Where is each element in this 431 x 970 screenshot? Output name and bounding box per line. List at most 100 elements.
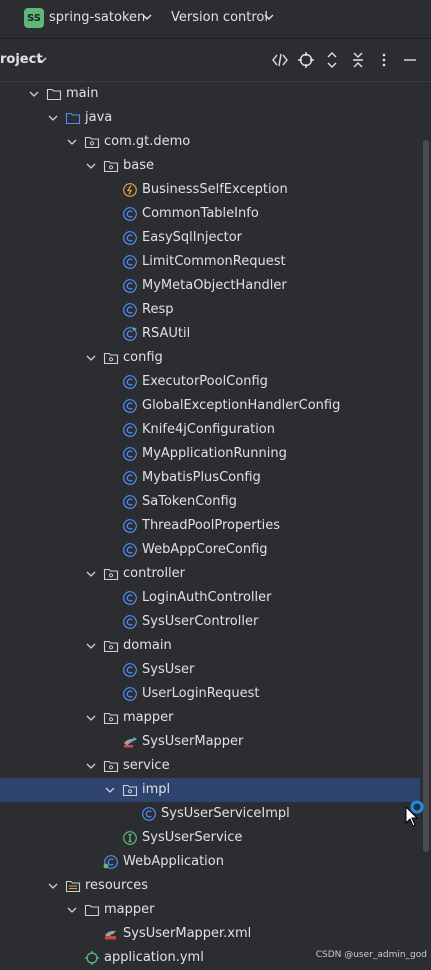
class-icon (123, 375, 137, 389)
tree-row[interactable]: SysUserController (0, 610, 420, 634)
tree-row[interactable]: MyMetaObjectHandler (0, 274, 420, 298)
title-bar: SS spring-satoken Version control (0, 0, 431, 39)
tree-item-label: service (123, 758, 170, 773)
version-control-menu[interactable]: Version control (171, 10, 268, 25)
tree-row[interactable]: LimitCommonRequest (0, 250, 420, 274)
tree-row[interactable]: Knife4jConfiguration (0, 418, 420, 442)
collapse-all-icon[interactable] (349, 51, 367, 69)
minimize-icon[interactable] (401, 51, 419, 69)
tree-row[interactable]: SysUserService (0, 826, 420, 850)
chevron-down-icon[interactable] (66, 904, 78, 916)
tree-item-label: SysUserController (142, 614, 259, 629)
tree-row[interactable]: java (0, 106, 420, 130)
tree-item-label: WebAppCoreConfig (142, 542, 268, 557)
tree-row[interactable]: SaTokenConfig (0, 490, 420, 514)
tree-item-label: MyApplicationRunning (142, 446, 287, 461)
tree-row[interactable]: impl (0, 778, 420, 802)
tree-row[interactable]: base (0, 154, 420, 178)
tree-row[interactable]: SysUserMapper.xml (0, 922, 420, 946)
chevron-down-icon[interactable] (66, 136, 78, 148)
expand-all-icon[interactable] (323, 51, 341, 69)
class-icon (123, 615, 137, 629)
tree-row[interactable]: resources (0, 874, 420, 898)
chevron-down-icon[interactable] (37, 55, 47, 65)
class-icon (123, 543, 137, 557)
chevron-down-icon[interactable] (264, 10, 274, 24)
mouse-cursor-icon (405, 806, 419, 827)
chevron-down-icon[interactable] (85, 568, 97, 580)
spring-boot-app-icon (103, 855, 118, 869)
tree-row[interactable]: GlobalExceptionHandlerConfig (0, 394, 420, 418)
scrollbar[interactable] (423, 140, 429, 852)
chevron-down-icon[interactable] (142, 10, 152, 24)
chevron-down-icon[interactable] (85, 760, 97, 772)
tree-item-label: impl (142, 782, 171, 797)
chevron-down-icon[interactable] (104, 784, 116, 796)
class-icon (123, 663, 137, 677)
tree-row[interactable]: UserLoginRequest (0, 682, 420, 706)
tree-row[interactable]: EasySqlInjector (0, 226, 420, 250)
class-icon (123, 495, 137, 509)
class-icon (142, 807, 156, 821)
project-badge[interactable]: SS (24, 8, 44, 28)
tree-row[interactable]: config (0, 346, 420, 370)
tree-item-label: SysUserService (142, 830, 243, 845)
more-options-icon[interactable] (375, 51, 393, 69)
select-opened-file-icon[interactable] (271, 51, 289, 69)
tree-row[interactable]: domain (0, 634, 420, 658)
mybatis-xml-icon (105, 930, 116, 940)
tree-row[interactable]: BusinessSelfException (0, 178, 420, 202)
tree-item-label: MyMetaObjectHandler (142, 278, 287, 293)
chevron-down-icon[interactable] (85, 712, 97, 724)
tree-item-label: LimitCommonRequest (142, 254, 286, 269)
tree-row[interactable]: Resp (0, 298, 420, 322)
tree-row[interactable]: RSAUtil (0, 322, 420, 346)
chevron-down-icon[interactable] (85, 160, 97, 172)
tree-row[interactable]: mapper (0, 706, 420, 730)
folder-icon (84, 904, 100, 917)
tree-row[interactable]: service (0, 754, 420, 778)
chevron-down-icon[interactable] (85, 640, 97, 652)
tree-item-label: resources (85, 878, 149, 893)
tree-item-label: main (66, 86, 99, 101)
tree-row[interactable]: MyApplicationRunning (0, 442, 420, 466)
tree-row[interactable]: com.gt.demo (0, 130, 420, 154)
tree-item-label: Knife4jConfiguration (142, 422, 275, 437)
tree-row[interactable]: SysUser (0, 658, 420, 682)
tree-row[interactable]: ExecutorPoolConfig (0, 370, 420, 394)
tree-item-label: CommonTableInfo (142, 206, 259, 221)
class-icon (123, 303, 137, 317)
tree-row[interactable]: CommonTableInfo (0, 202, 420, 226)
tree-item-label: controller (123, 566, 186, 581)
watermark: CSDN @user_admin_god (315, 950, 427, 960)
tree-row[interactable]: SysUserMapper (0, 730, 420, 754)
tree-item-label: EasySqlInjector (142, 230, 242, 245)
tree-row[interactable]: MybatisPlusConfig (0, 466, 420, 490)
tree-item-label: SysUser (142, 662, 195, 677)
tree-row[interactable]: WebApplication (0, 850, 420, 874)
chevron-down-icon[interactable] (47, 880, 59, 892)
tree-row[interactable]: main (0, 82, 420, 106)
tree-item-label: UserLoginRequest (142, 686, 260, 701)
chevron-down-icon[interactable] (28, 88, 40, 100)
package-icon (103, 712, 119, 725)
tree-row[interactable]: ThreadPoolProperties (0, 514, 420, 538)
tree-row[interactable]: mapper (0, 898, 420, 922)
chevron-down-icon[interactable] (85, 352, 97, 364)
project-panel-header: roject (0, 39, 431, 82)
locate-icon[interactable] (297, 51, 315, 69)
tree-item-label: com.gt.demo (104, 134, 191, 149)
project-name-menu[interactable]: spring-satoken (49, 10, 145, 25)
class-runnable-icon (123, 327, 137, 341)
tree-row[interactable]: LoginAuthController (0, 586, 420, 610)
tree-row[interactable]: controller (0, 562, 420, 586)
chevron-down-icon[interactable] (47, 112, 59, 124)
yaml-config-icon (85, 951, 99, 965)
tree-item-label: MybatisPlusConfig (142, 470, 261, 485)
tree-row[interactable]: WebAppCoreConfig (0, 538, 420, 562)
tree-item-label: mapper (104, 902, 155, 917)
package-icon (103, 568, 119, 581)
tree-row[interactable]: SysUserServiceImpl (0, 802, 420, 826)
package-icon (103, 160, 119, 173)
class-icon (123, 279, 137, 293)
